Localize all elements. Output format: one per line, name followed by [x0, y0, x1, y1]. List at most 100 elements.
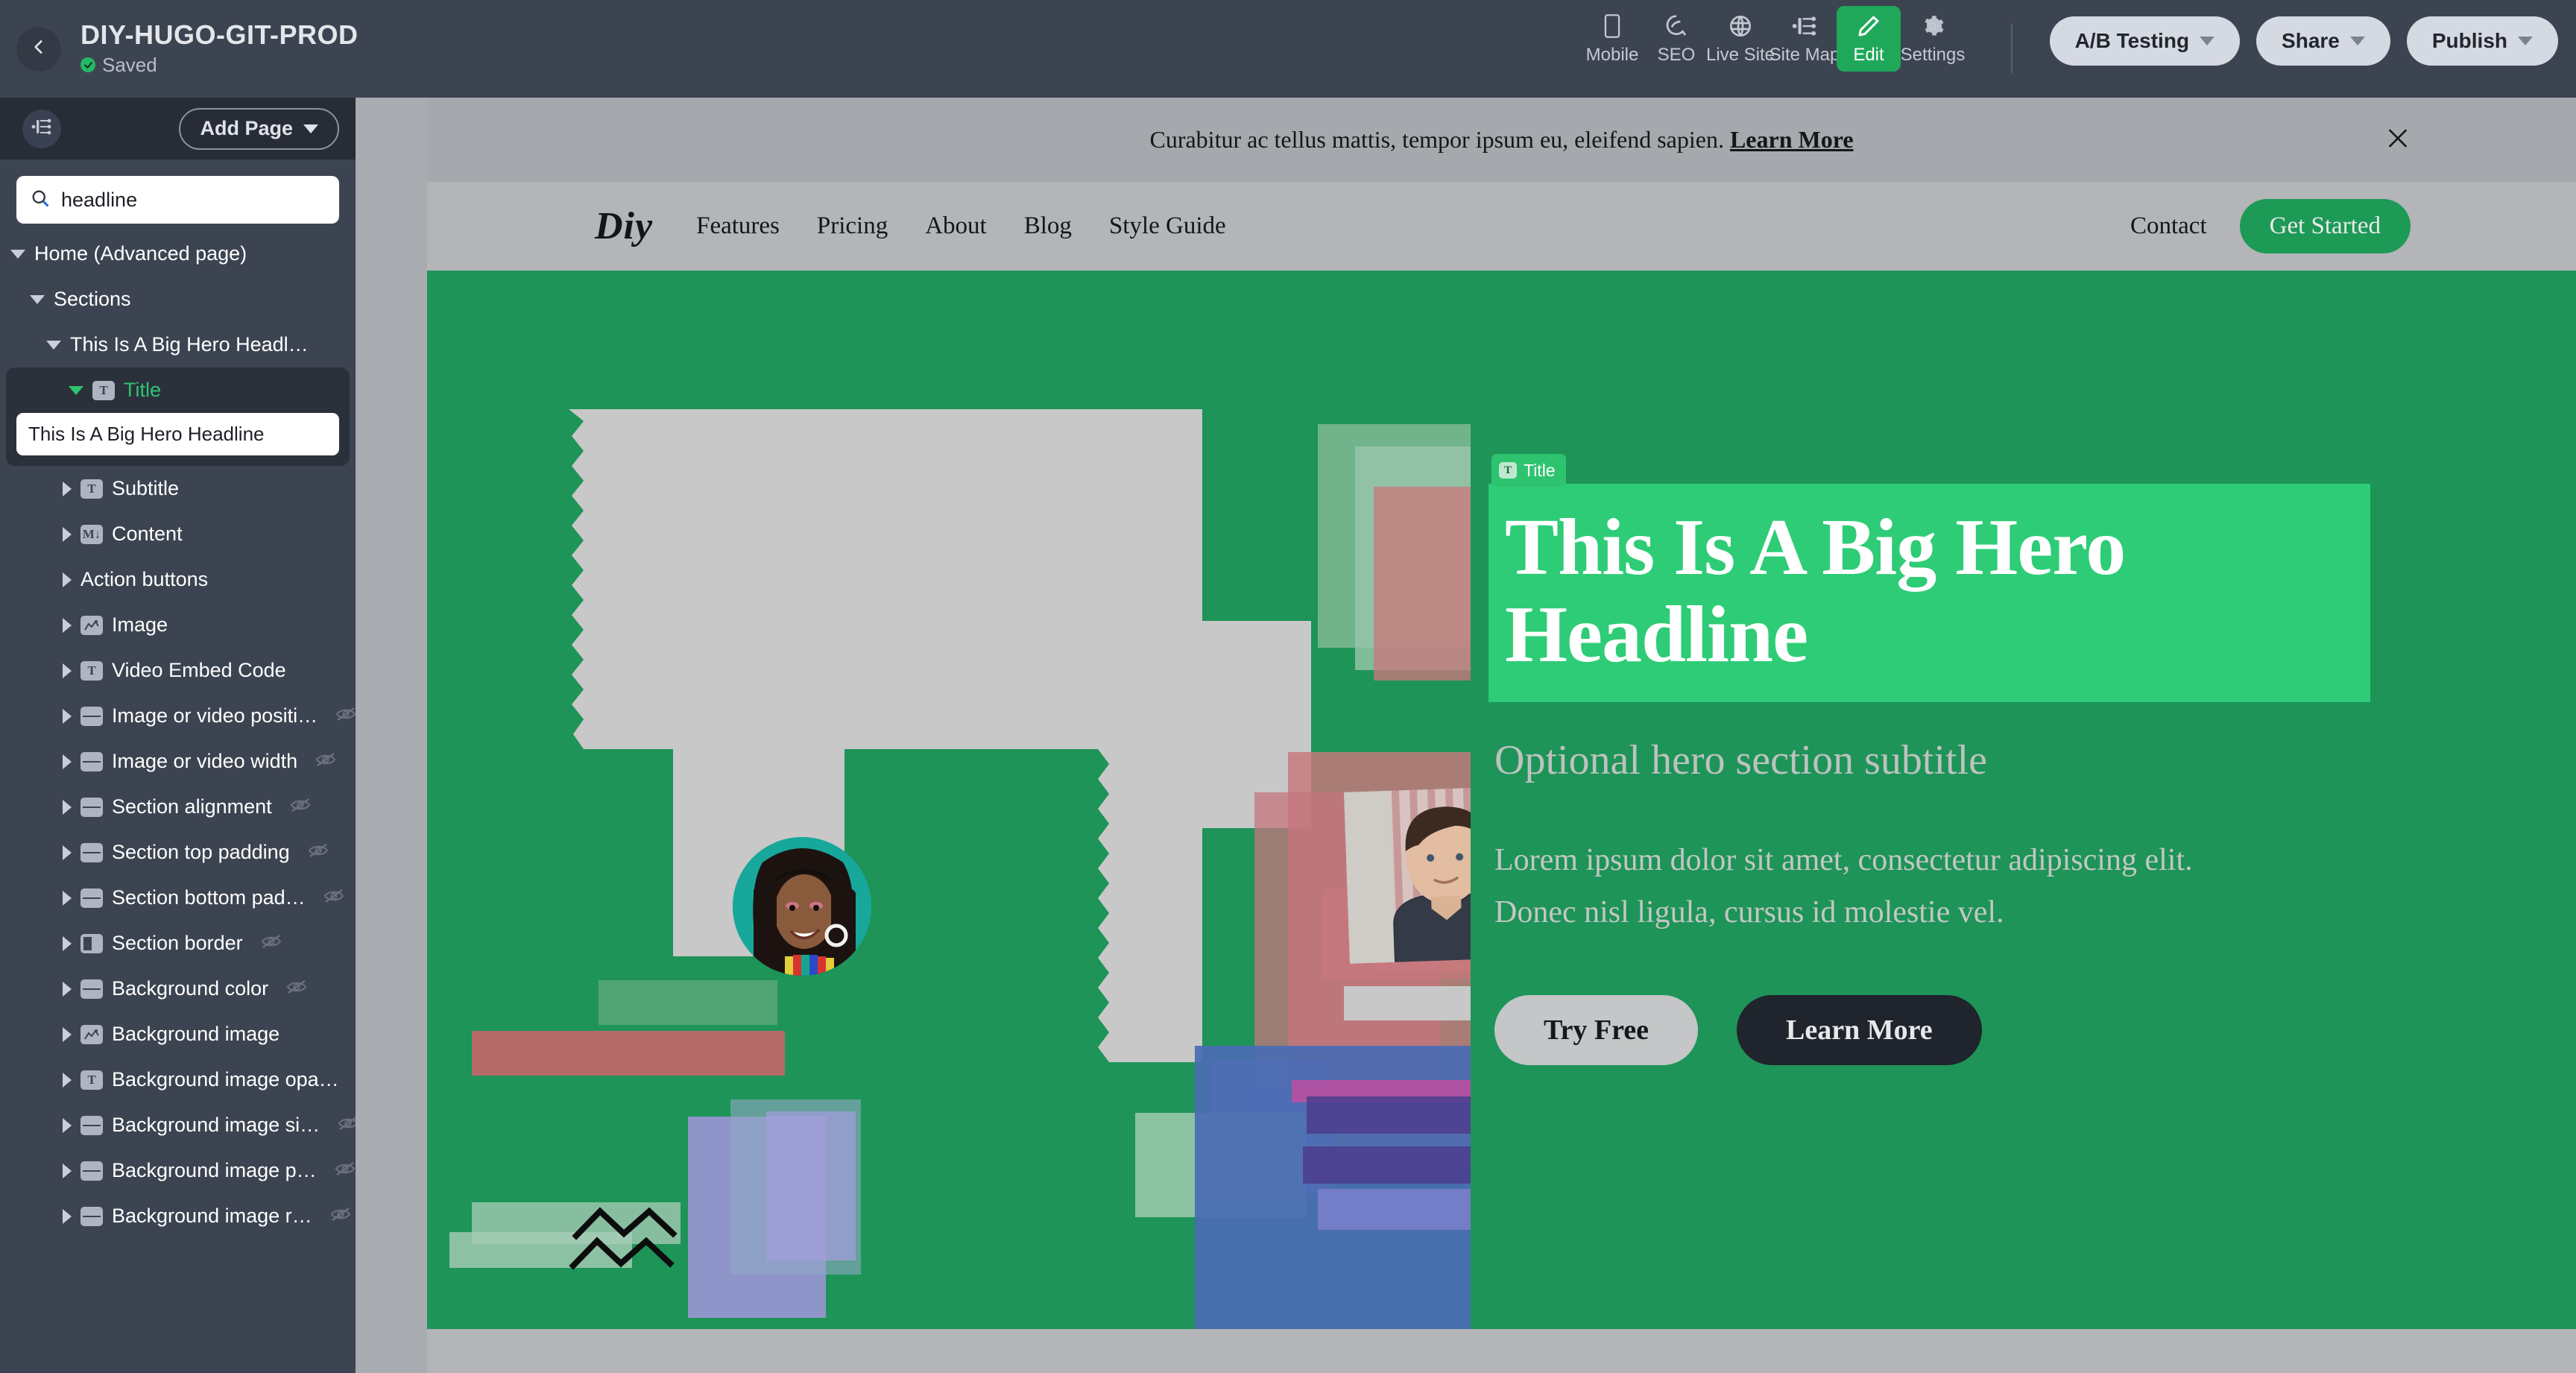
hidden-eye-icon[interactable] [335, 1159, 356, 1182]
tree-item-15[interactable]: Background color [0, 966, 356, 1011]
chevron-right-icon[interactable] [63, 663, 72, 678]
hidden-eye-icon[interactable] [315, 750, 336, 773]
announcement-link[interactable]: Learn More [1730, 126, 1854, 153]
add-page-button[interactable]: Add Page [179, 107, 339, 150]
selected-title-box[interactable]: T Title This Is A Big Hero Headline [1489, 454, 2370, 703]
chevron-right-icon[interactable] [63, 799, 72, 815]
close-icon[interactable] [2385, 125, 2411, 154]
hidden-eye-icon[interactable] [290, 795, 311, 818]
tree-item-9[interactable]: Image or video positi… [0, 693, 356, 739]
hidden-eye-icon[interactable] [286, 977, 307, 1000]
hidden-eye-icon[interactable] [335, 704, 356, 727]
tree-item-12[interactable]: Section top padding [0, 830, 356, 875]
nav-link-contact[interactable]: Contact [2130, 212, 2207, 240]
search-input[interactable] [61, 188, 326, 212]
chevron-down-icon [2349, 37, 2365, 45]
chevron-right-icon[interactable] [63, 617, 72, 633]
tree-item-14[interactable]: Section border [0, 921, 356, 966]
chevron-right-icon[interactable] [63, 1026, 72, 1042]
chevron-right-icon[interactable] [63, 845, 72, 860]
chevron-right-icon[interactable] [63, 890, 72, 906]
try-free-button[interactable]: Try Free [1494, 994, 1699, 1065]
hero-body[interactable]: Lorem ipsum dolor sit amet, consectetur … [1491, 835, 2371, 938]
ab-testing-label: A/B Testing [2074, 29, 2190, 52]
hidden-eye-icon[interactable] [261, 932, 282, 955]
hero-collage-illustration [449, 409, 1471, 1329]
hero-subtitle[interactable]: Optional hero section subtitle [1491, 736, 2371, 784]
chevron-right-icon[interactable] [63, 572, 72, 587]
hidden-eye-icon[interactable] [330, 1205, 351, 1228]
text-element-icon: T [80, 1070, 103, 1090]
tree-item-2[interactable]: This Is A Big Hero Headl… [0, 322, 356, 367]
tree-item-6[interactable]: Action buttons [0, 557, 356, 602]
hidden-eye-icon[interactable] [308, 841, 329, 864]
site-logo[interactable]: Diy [595, 204, 653, 248]
list-icon [80, 751, 103, 771]
chevron-right-icon[interactable] [63, 754, 72, 769]
nav-link-style-guide[interactable]: Style Guide [1109, 212, 1226, 240]
chevron-right-icon[interactable] [63, 1163, 72, 1178]
tool-edit[interactable]: Edit [1837, 6, 1901, 72]
tree-item-13[interactable]: Section bottom pad… [0, 875, 356, 921]
selection-tag: T Title [1491, 454, 1566, 487]
back-button[interactable] [16, 26, 61, 72]
chevron-down-icon[interactable] [69, 385, 83, 395]
tool-live-site[interactable]: Live Site [1706, 6, 1775, 72]
tree-item-3[interactable]: T Title [6, 367, 350, 413]
tool-site-map[interactable]: Site Map [1770, 6, 1840, 72]
tree-item-16[interactable]: Background image [0, 1011, 356, 1057]
shape-red-bar [472, 1031, 785, 1076]
tool-seo[interactable]: SEO [1644, 6, 1708, 72]
title-field-wrap [6, 413, 350, 460]
tree-item-label: Section border [112, 932, 243, 954]
chevron-right-icon[interactable] [63, 935, 72, 951]
chevron-right-icon[interactable] [63, 481, 72, 496]
tree-item-label: Sections [54, 288, 131, 310]
tree-item-17[interactable]: T Background image opa… [0, 1057, 356, 1102]
tree-toggle-button[interactable] [22, 109, 61, 148]
title-field[interactable] [16, 413, 339, 455]
nav-link-features[interactable]: Features [696, 212, 780, 240]
tool-mobile[interactable]: Mobile [1580, 6, 1644, 72]
chevron-right-icon[interactable] [63, 1117, 72, 1133]
tree-item-4[interactable]: T Subtitle [0, 466, 356, 511]
chevron-down-icon[interactable] [10, 249, 25, 259]
tree-item-1[interactable]: Sections [0, 277, 356, 322]
chevron-down-icon[interactable] [30, 294, 45, 304]
tree-item-10[interactable]: Image or video width [0, 739, 356, 784]
tree-item-7[interactable]: Image [0, 602, 356, 648]
search-box[interactable] [16, 176, 339, 224]
learn-more-button[interactable]: Learn More [1737, 994, 1982, 1065]
hidden-eye-icon[interactable] [323, 886, 344, 909]
chevron-right-icon[interactable] [63, 526, 72, 542]
tree-row-wrap: Background image si… [0, 1102, 359, 1148]
tree-item-18[interactable]: Background image si… [0, 1102, 359, 1148]
chevron-right-icon[interactable] [63, 708, 72, 724]
tree-item-8[interactable]: T Video Embed Code [0, 648, 356, 693]
tree-item-19[interactable]: Background image p… [0, 1148, 356, 1193]
list-icon [80, 1206, 103, 1226]
sitemap-icon [1792, 13, 1817, 39]
nav-link-blog[interactable]: Blog [1024, 212, 1072, 240]
shape-lavender-bar [1318, 1189, 1471, 1230]
tool-settings[interactable]: Settings [1901, 6, 1965, 72]
chevron-left-icon [29, 37, 48, 60]
site-nav: Diy Features Pricing About Blog Style Guide … [427, 182, 2576, 271]
chevron-down-icon[interactable] [46, 340, 61, 350]
chevron-right-icon[interactable] [63, 981, 72, 997]
share-button[interactable]: Share [2256, 16, 2390, 66]
tool-label: Edit [1853, 45, 1884, 65]
nav-link-about[interactable]: About [925, 212, 987, 240]
chevron-right-icon[interactable] [63, 1072, 72, 1088]
tree-item-5[interactable]: M↓ Content [0, 511, 356, 557]
tree-row-wrap: Sections [0, 277, 356, 322]
tree-item-11[interactable]: Section alignment [0, 784, 356, 830]
nav-link-pricing[interactable]: Pricing [817, 212, 888, 240]
chevron-right-icon[interactable] [63, 1208, 72, 1224]
ab-testing-button[interactable]: A/B Testing [2049, 16, 2241, 66]
site-preview: Curabitur ac tellus mattis, tempor ipsum… [427, 98, 2576, 1373]
publish-button[interactable]: Publish [2406, 16, 2558, 66]
tree-item-0[interactable]: Home (Advanced page) [0, 231, 356, 277]
get-started-button[interactable]: Get Started [2239, 199, 2411, 253]
tree-item-20[interactable]: Background image r… [0, 1193, 356, 1239]
